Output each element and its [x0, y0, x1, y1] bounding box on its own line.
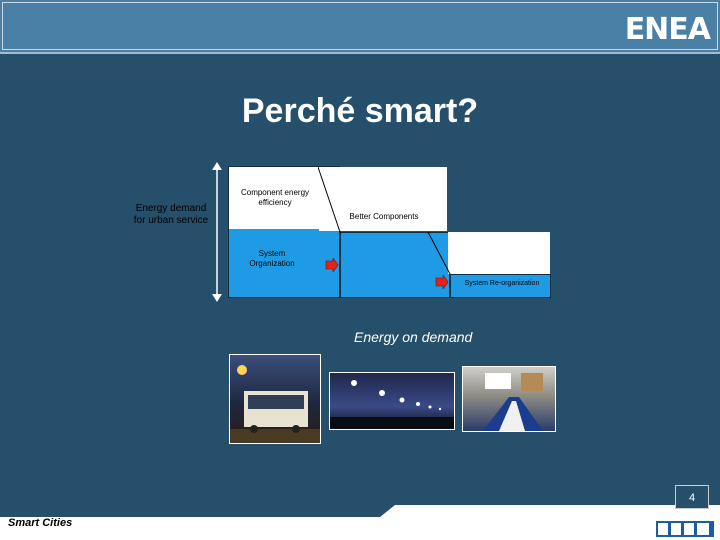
- enea-logo-icon: [656, 521, 714, 537]
- footer-text: Smart Cities: [8, 517, 73, 529]
- box2-label: Better Components: [349, 212, 419, 221]
- arrow-right-icon-2: [435, 275, 449, 289]
- header-band: [0, 0, 720, 54]
- axis-label: Energy demand for urban service: [133, 203, 209, 226]
- vertical-axis-arrow: [212, 162, 222, 302]
- energy-on-demand: Energy on demand: [354, 329, 473, 345]
- streetlights-photo: [329, 372, 455, 430]
- box1-label: Component energy efficiency: [240, 188, 310, 207]
- box1-lower-label: System Organization: [249, 249, 295, 268]
- footer-divider: [0, 505, 720, 519]
- footer-band: [0, 517, 720, 540]
- box3-label: System Re-organization: [464, 280, 540, 287]
- panel-3-top: [448, 232, 550, 274]
- page-number: 4: [675, 485, 709, 509]
- arrow-right-icon: [325, 258, 339, 272]
- slide-title: Perché smart?: [241, 92, 479, 130]
- bus-photo: [229, 354, 321, 444]
- conference-room-photo: [462, 366, 556, 432]
- enea-logo: ENEA: [624, 12, 711, 47]
